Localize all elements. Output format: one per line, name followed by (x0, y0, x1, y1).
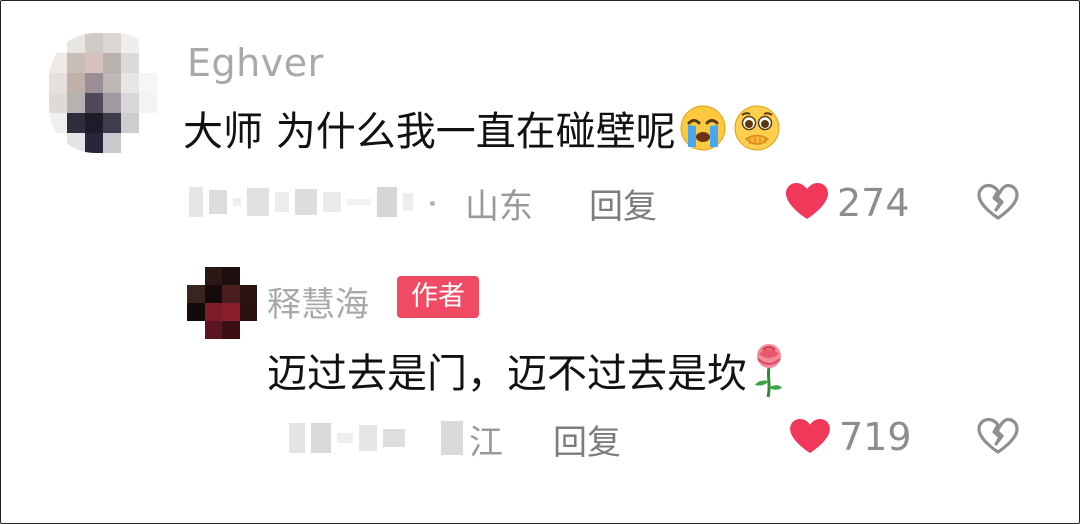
separator-dot (430, 201, 435, 206)
comment-location: 江 (469, 423, 503, 463)
broken-heart-icon[interactable] (977, 417, 1019, 455)
comment-body: 大师 为什么我一直在碰壁呢 (183, 109, 676, 155)
reply-button[interactable]: 回复 (553, 415, 621, 464)
loudly-crying-face-emoji (678, 103, 728, 163)
like-count: 719 (839, 415, 912, 459)
pleading-face-emoji (730, 103, 788, 163)
heart-icon[interactable] (789, 418, 831, 454)
comment-text: 大师 为什么我一直在碰壁呢 (183, 99, 788, 163)
reply-button[interactable]: 回复 (589, 179, 657, 228)
comment-username[interactable]: 释慧海 (267, 277, 369, 326)
blurred-location (441, 421, 463, 455)
avatar[interactable] (49, 33, 157, 153)
comment-body: 迈过去是门，迈不过去是坎 (267, 351, 747, 397)
heart-icon[interactable] (785, 182, 829, 220)
comment-location: 山东 (465, 187, 533, 227)
comment-text: 迈过去是门，迈不过去是坎 (267, 341, 789, 409)
blurred-date (289, 423, 405, 453)
blurred-date (189, 187, 413, 217)
author-badge: 作者 (397, 276, 479, 318)
broken-heart-icon[interactable] (977, 183, 1019, 221)
rose-emoji (749, 341, 789, 409)
comment-username[interactable]: Eghver (187, 41, 324, 85)
like-count: 274 (837, 181, 910, 225)
comment-thread: Eghver 大师 为什么我一直在碰壁呢 山东 回复 274 释慧海 作者 迈过… (0, 0, 1080, 524)
avatar[interactable] (187, 267, 257, 339)
